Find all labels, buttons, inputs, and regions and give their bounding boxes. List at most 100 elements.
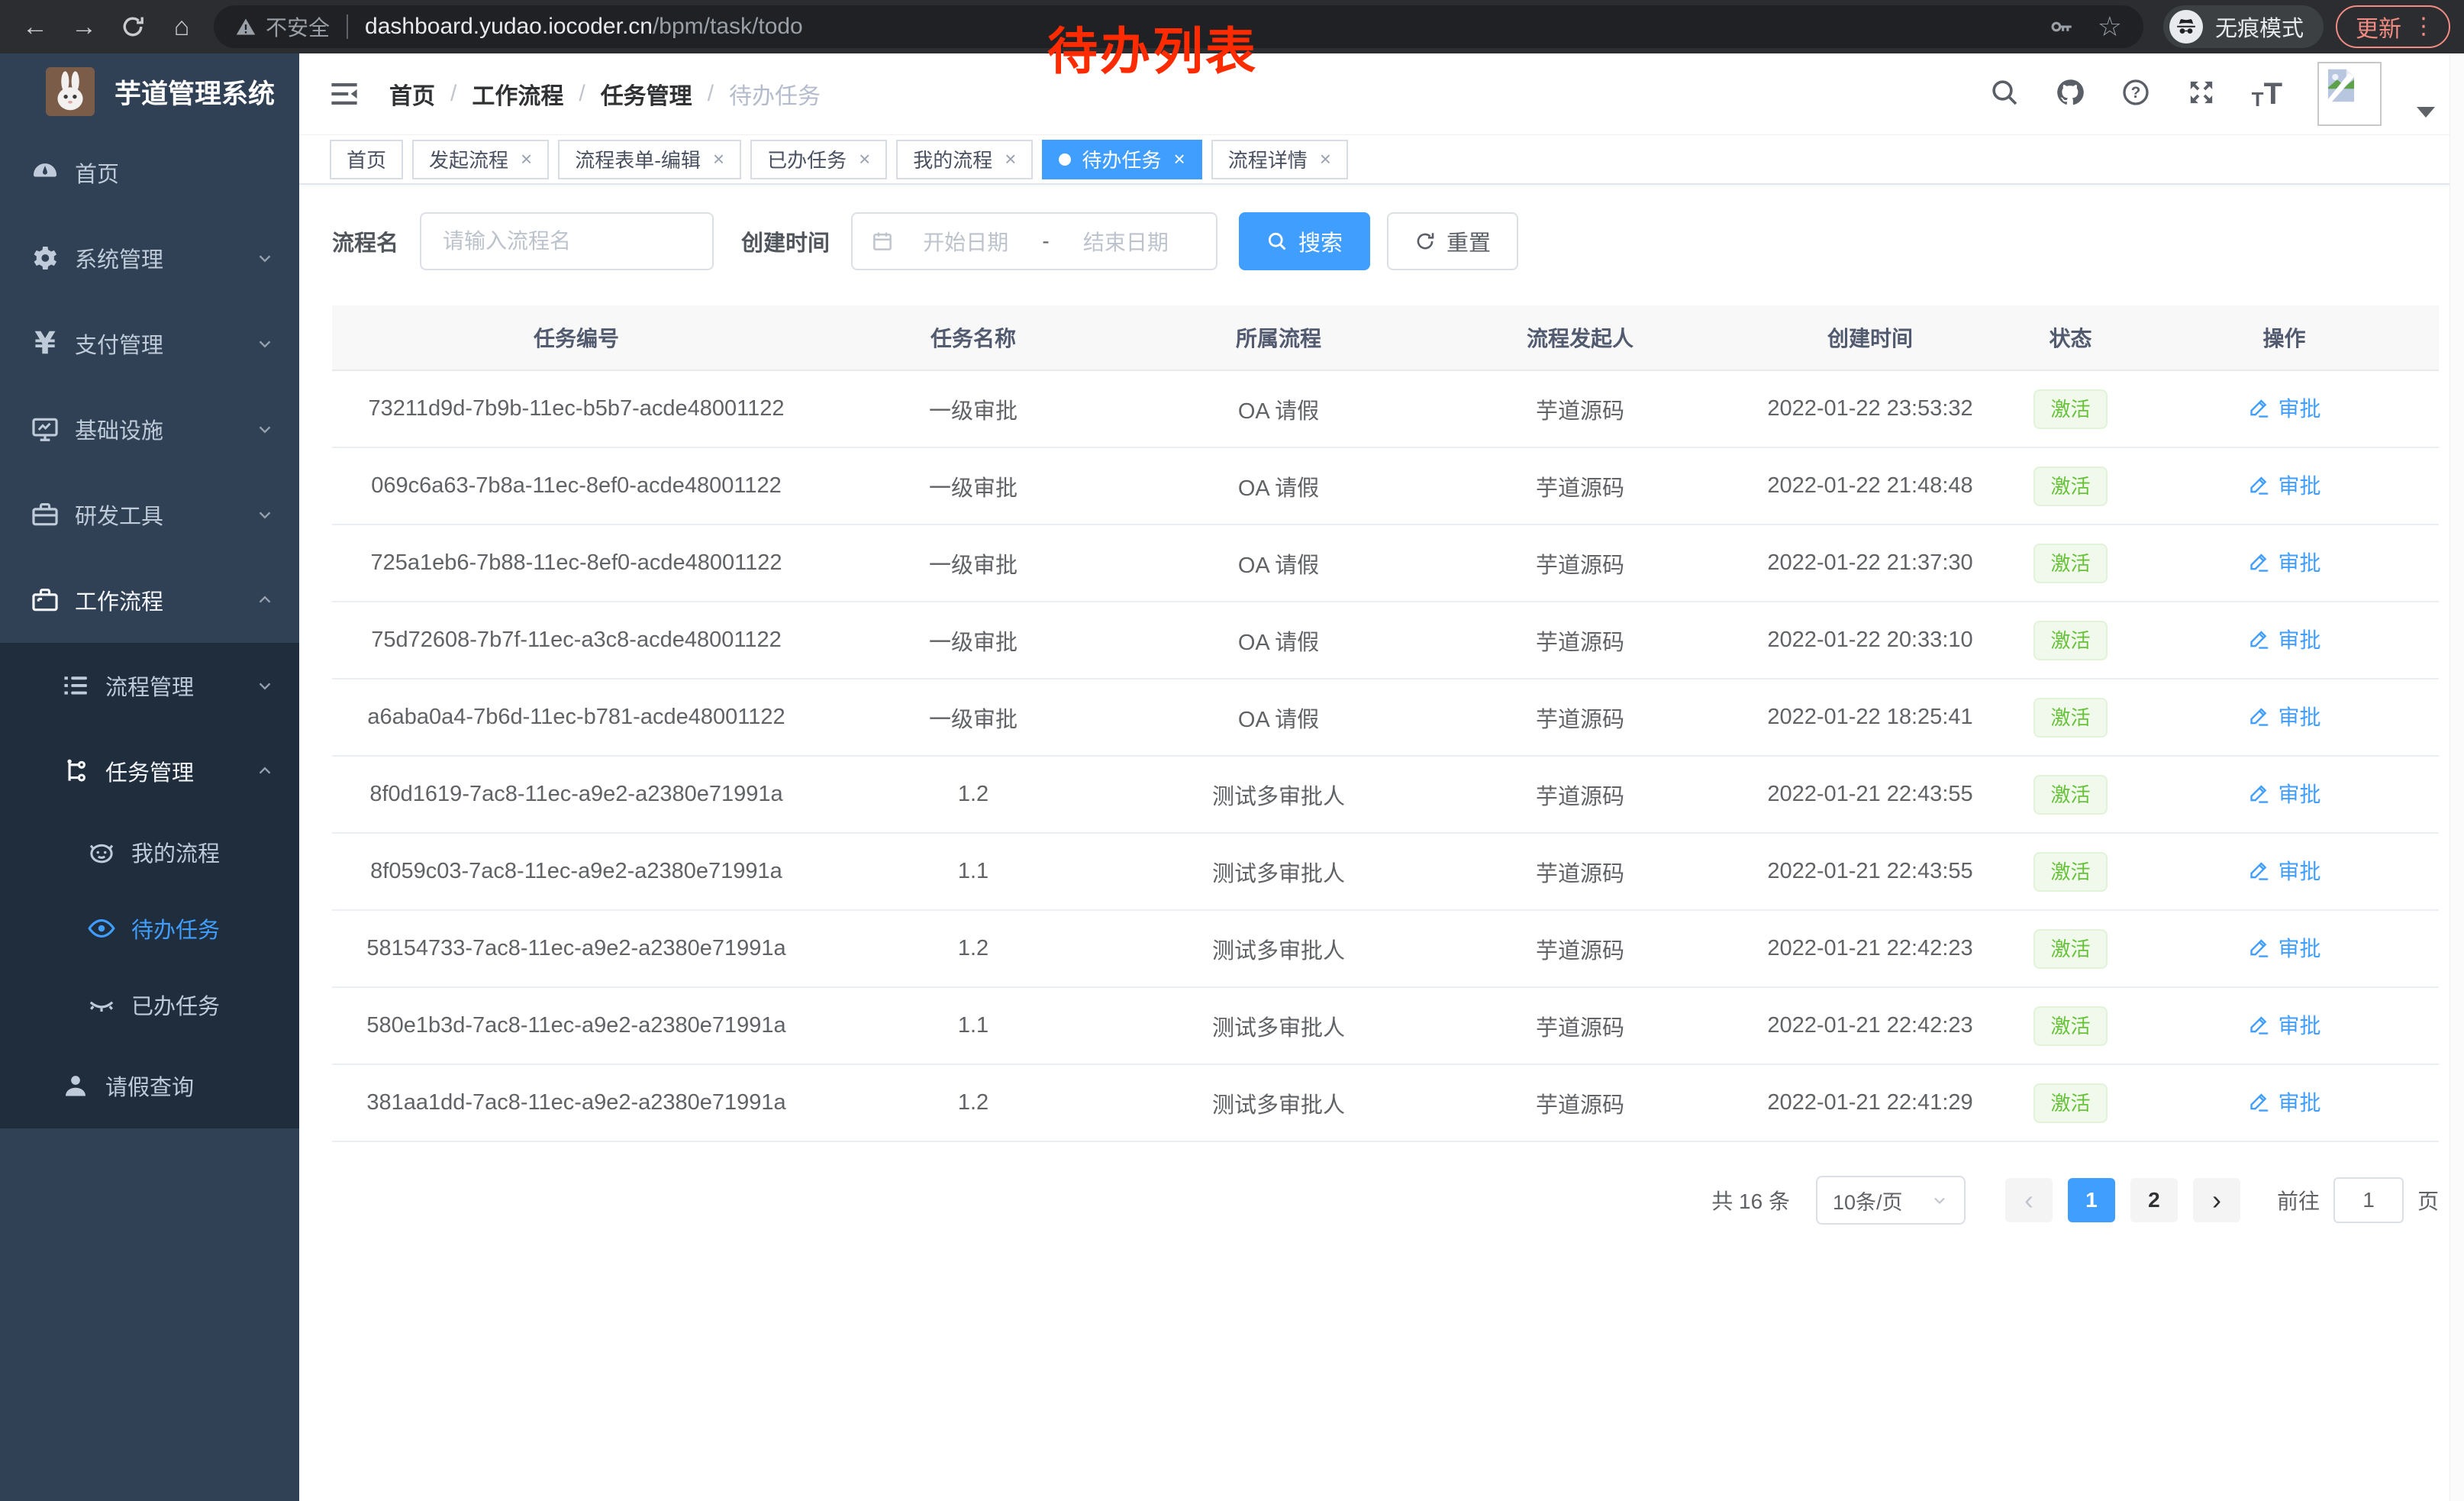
approve-link[interactable]: 审批 [2247, 932, 2320, 963]
security-chip[interactable]: 不安全 [235, 11, 330, 42]
table-header-row: 任务编号任务名称所属流程流程发起人创建时间状态操作 [332, 305, 2439, 370]
tab-发起流程[interactable]: 发起流程× [412, 140, 549, 179]
close-icon[interactable]: × [1005, 147, 1016, 171]
prev-page-button[interactable]: ‹ [2005, 1178, 2053, 1222]
approve-link[interactable]: 审批 [2247, 1009, 2320, 1040]
page-button-2[interactable]: 2 [2130, 1178, 2178, 1222]
cell-time: 2022-01-21 22:43:55 [1729, 833, 2011, 910]
cell-starter: 芋道源码 [1431, 987, 1729, 1064]
gear-icon [31, 244, 60, 273]
status-badge: 激活 [2033, 389, 2107, 429]
cell-action: 审批 [2130, 987, 2439, 1064]
tab-待办任务[interactable]: 待办任务× [1042, 140, 1201, 179]
start-date-input[interactable]: 开始日期 [894, 226, 1037, 257]
dashboard-icon [31, 158, 60, 187]
sidebar-item-home[interactable]: 首页 [0, 130, 299, 215]
task-table: 任务编号任务名称所属流程流程发起人创建时间状态操作 73211d9d-7b9b-… [332, 305, 2439, 1142]
sidebar-item-todo-task[interactable]: 待办任务 [0, 890, 299, 967]
close-icon[interactable]: × [713, 147, 724, 171]
avatar[interactable] [2317, 62, 2382, 126]
menu-fold-icon[interactable] [328, 78, 360, 110]
approve-link[interactable]: 审批 [2247, 855, 2320, 886]
approve-link[interactable]: 审批 [2247, 624, 2320, 654]
refresh-icon [1414, 231, 1436, 252]
chevron-up-icon [255, 590, 275, 610]
next-page-button[interactable]: › [2193, 1178, 2240, 1222]
process-name-input[interactable] [420, 212, 714, 270]
sidebar-item-done-task[interactable]: 已办任务 [0, 967, 299, 1043]
bookmark-star-icon[interactable]: ☆ [2098, 11, 2122, 43]
approve-link[interactable]: 审批 [2247, 778, 2320, 809]
back-button[interactable]: ← [14, 5, 56, 48]
tab-流程表单-编辑[interactable]: 流程表单-编辑× [558, 140, 741, 179]
reset-button[interactable]: 重置 [1387, 212, 1518, 270]
filter-bar: 流程名 创建时间 开始日期 - 结束日期 搜索 [332, 212, 2439, 270]
sidebar-item-leave-query[interactable]: 请假查询 [0, 1043, 299, 1128]
sidebar-item-task-mgmt[interactable]: 任务管理 [0, 728, 299, 814]
breadcrumb-item[interactable]: 工作流程 [472, 77, 563, 111]
cell-name: 1.2 [821, 1064, 1126, 1141]
cell-id: 580e1b3d-7ac8-11ec-a9e2-a2380e71991a [332, 987, 821, 1064]
breadcrumb-item[interactable]: 任务管理 [601, 77, 692, 111]
tab-我的流程[interactable]: 我的流程× [896, 140, 1033, 179]
forward-button[interactable]: → [63, 5, 105, 48]
search-icon[interactable] [1989, 77, 2020, 111]
date-range-input[interactable]: 开始日期 - 结束日期 [851, 212, 1217, 270]
github-icon[interactable] [2055, 77, 2085, 111]
approve-link[interactable]: 审批 [2247, 392, 2320, 423]
approve-link[interactable]: 审批 [2247, 701, 2320, 731]
cell-name: 一级审批 [821, 525, 1126, 602]
tab-流程详情[interactable]: 流程详情× [1211, 140, 1348, 179]
sidebar-item-system[interactable]: 系统管理 [0, 215, 299, 301]
status-badge: 激活 [2033, 929, 2107, 969]
approve-link[interactable]: 审批 [2247, 470, 2320, 500]
search-button[interactable]: 搜索 [1239, 212, 1370, 270]
cell-id: 725a1eb6-7b88-11ec-8ef0-acde48001122 [332, 525, 821, 602]
column-header: 任务编号 [332, 305, 821, 370]
home-button[interactable]: ⌂ [160, 5, 203, 48]
tab-首页[interactable]: 首页 [330, 140, 403, 179]
sidebar-item-devtools[interactable]: 研发工具 [0, 472, 299, 557]
sidebar-item-workflow[interactable]: 工作流程 [0, 557, 299, 643]
pen-icon [2247, 473, 2270, 496]
update-button[interactable]: 更新 ⋮ [2336, 5, 2450, 48]
avatar-caret-icon[interactable] [2417, 107, 2435, 118]
font-size-icon[interactable]: TT [2252, 79, 2282, 109]
reload-button[interactable] [111, 5, 154, 48]
cell-status: 激活 [2011, 910, 2130, 987]
sidebar-logo-row[interactable]: 芋道管理系统 [0, 53, 299, 130]
cell-time: 2022-01-21 22:41:29 [1729, 1064, 2011, 1141]
sidebar-item-infra[interactable]: 基础设施 [0, 386, 299, 472]
sidebar-item-payment[interactable]: ¥支付管理 [0, 301, 299, 386]
app-logo [46, 67, 95, 116]
home-icon: ⌂ [169, 14, 195, 40]
approve-link[interactable]: 审批 [2247, 1086, 2320, 1117]
cell-process: OA 请假 [1126, 679, 1431, 756]
sidebar-item-process-mgmt[interactable]: 流程管理 [0, 643, 299, 728]
close-icon[interactable]: × [1320, 147, 1331, 171]
close-icon[interactable]: × [1174, 147, 1185, 171]
header-actions: ? TT [1989, 62, 2435, 126]
cell-action: 审批 [2130, 756, 2439, 833]
cell-starter: 芋道源码 [1431, 679, 1729, 756]
browser-menu-icon[interactable]: ⋮ [2412, 15, 2435, 38]
close-icon[interactable]: × [859, 147, 870, 171]
end-date-input[interactable]: 结束日期 [1054, 226, 1198, 257]
page-scrollbar[interactable] [2449, 53, 2464, 1501]
close-icon[interactable]: × [521, 147, 532, 171]
fullscreen-icon[interactable] [2186, 77, 2217, 111]
tab-已办任务[interactable]: 已办任务× [750, 140, 887, 179]
goto-page-input[interactable] [2333, 1177, 2404, 1223]
breadcrumb-item[interactable]: 首页 [389, 77, 435, 111]
sidebar-item-my-process[interactable]: 我的流程 [0, 814, 299, 890]
key-icon[interactable] [2049, 14, 2075, 40]
cell-process: 测试多审批人 [1126, 833, 1431, 910]
approve-link[interactable]: 审批 [2247, 547, 2320, 577]
warning-icon [235, 16, 256, 37]
pen-icon [2247, 550, 2270, 573]
toolbox-icon [31, 500, 60, 529]
page-size-select[interactable]: 10条/页 [1816, 1176, 1966, 1225]
cell-time: 2022-01-22 21:48:48 [1729, 447, 2011, 525]
page-button-1[interactable]: 1 [2068, 1178, 2115, 1222]
help-icon[interactable]: ? [2121, 77, 2151, 111]
